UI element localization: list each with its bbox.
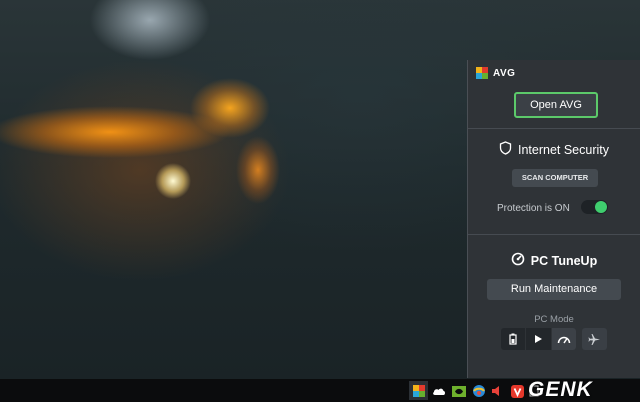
open-avg-button[interactable]: Open AVG — [514, 92, 598, 118]
turbo-mode-button[interactable] — [551, 328, 576, 350]
speedometer-icon — [557, 336, 571, 344]
brand-name: AVG — [493, 67, 516, 79]
internet-security-title: Internet Security — [517, 142, 609, 157]
nvidia-icon[interactable] — [452, 384, 466, 398]
avg-tray-panel: AVG Open AVG Internet Security SCAN COMP… — [467, 60, 640, 378]
genk-watermark: GENK — [528, 378, 593, 401]
pc-tuneup-title: PC TuneUp — [530, 253, 598, 268]
toggle-knob — [595, 201, 607, 213]
avg-brand: AVG — [476, 67, 515, 79]
protection-status-label: Protection is ON — [497, 203, 570, 214]
scan-computer-button[interactable]: SCAN COMPUTER — [512, 169, 598, 187]
tuneup-icon — [511, 252, 525, 269]
battery-icon — [509, 333, 517, 345]
volume-icon[interactable] — [490, 384, 504, 398]
economy-mode-button[interactable] — [501, 328, 527, 350]
shield-icon — [499, 141, 512, 158]
network-icon[interactable] — [472, 384, 486, 398]
pc-tuneup-header: PC TuneUp — [468, 252, 640, 269]
section-divider — [468, 234, 640, 235]
airplane-mode-button[interactable] — [582, 328, 607, 350]
avg-logo-icon — [476, 67, 488, 79]
vivaldi-icon[interactable] — [510, 384, 524, 398]
standard-mode-button[interactable] — [526, 328, 552, 350]
protection-toggle[interactable] — [581, 200, 608, 214]
internet-security-header: Internet Security — [468, 141, 640, 158]
pc-mode-label: PC Mode — [534, 314, 574, 325]
run-maintenance-button[interactable]: Run Maintenance — [487, 279, 621, 300]
play-icon — [535, 335, 543, 343]
section-divider — [468, 128, 640, 129]
pc-mode-selector — [501, 328, 576, 350]
onedrive-icon[interactable] — [432, 384, 446, 398]
avg-tray-icon[interactable] — [409, 381, 428, 400]
airplane-icon — [588, 333, 600, 345]
